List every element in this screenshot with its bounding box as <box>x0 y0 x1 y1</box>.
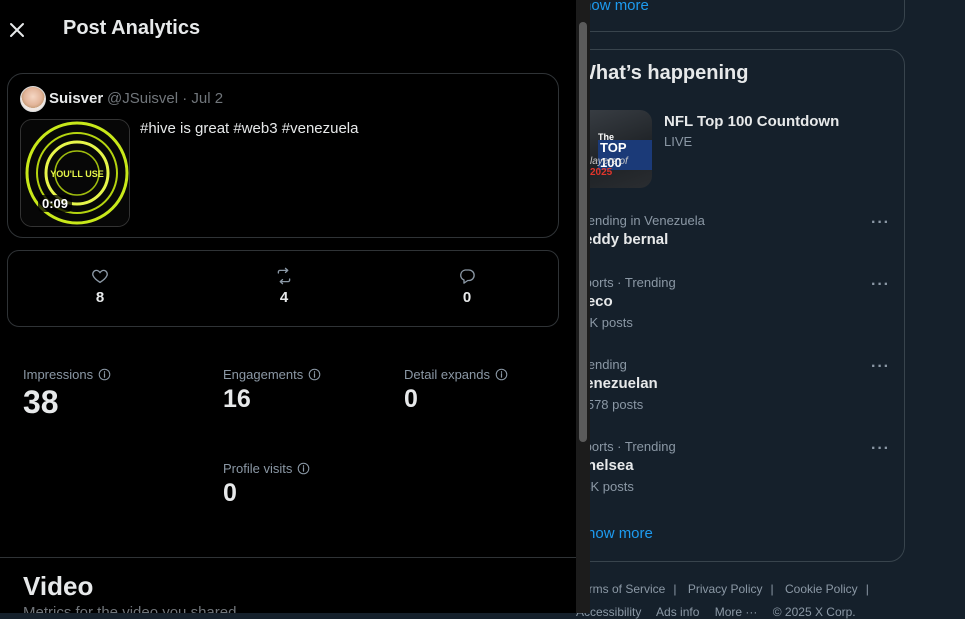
profile-visits-value: 0 <box>223 479 237 507</box>
whats-happening-title: What’s happening <box>577 62 749 84</box>
engagements-label: Engagements <box>223 367 304 382</box>
featured-event-status: LIVE <box>664 134 693 149</box>
nfl-thumb-text: layers of 2025 <box>590 156 628 178</box>
post-text: #hive is great #web3 #venezuela <box>140 120 359 137</box>
detail-expands-label: Detail expands <box>404 367 490 382</box>
reposts-stat: 4 <box>264 267 304 306</box>
video-section-subtitle: Metrics for the video you shared <box>23 604 237 613</box>
footer-ads-link[interactable]: Ads info <box>656 605 699 619</box>
footer-links-row2: Accessibility Ads info More ··· © 2025 X… <box>576 605 868 619</box>
trend-meta: Trending in Venezuela <box>576 213 705 228</box>
info-icon[interactable] <box>297 462 310 475</box>
close-button[interactable] <box>5 18 29 42</box>
replies-count: 0 <box>462 289 472 306</box>
footer-more-link[interactable]: More ··· <box>715 605 758 619</box>
author-handle-date: @JSuisvel · Jul 2 <box>107 90 224 107</box>
trend-meta: Sports · Trending <box>576 439 676 454</box>
trend-name: Deco <box>576 293 613 310</box>
info-icon[interactable] <box>98 368 111 381</box>
footer-cookie-link[interactable]: Cookie Policy <box>785 582 858 596</box>
video-section-title: Video <box>23 571 94 601</box>
thumb-caption: YOU'LL USE <box>50 169 103 179</box>
profile-visits-metric: Profile visits 0 <box>223 461 310 508</box>
footer-privacy-link[interactable]: Privacy Policy <box>688 582 763 596</box>
trend-meta: Trending <box>576 357 627 372</box>
heart-icon <box>92 269 108 284</box>
profile-visits-label: Profile visits <box>223 461 293 476</box>
trend-meta: Sports · Trending <box>576 275 676 290</box>
trend-item[interactable]: Sports · Trending Chelsea 74K posts <box>576 439 896 494</box>
trend-item[interactable]: Trending Venezuelan 5,578 posts <box>576 357 896 412</box>
more-options-icon[interactable]: ··· <box>871 276 891 294</box>
engagements-value: 16 <box>223 385 251 413</box>
trend-count: 11K posts <box>576 315 633 330</box>
scrollbar-thumb[interactable] <box>579 22 587 442</box>
info-icon[interactable] <box>308 368 321 381</box>
trend-name: Chelsea <box>576 457 634 474</box>
video-duration: 0:09 <box>38 195 73 212</box>
impressions-metric: Impressions 38 <box>23 367 111 421</box>
close-icon <box>10 23 24 37</box>
avatar[interactable] <box>20 86 46 112</box>
more-options-icon[interactable]: ··· <box>871 440 891 458</box>
section-divider <box>0 557 576 558</box>
info-icon[interactable] <box>495 368 508 381</box>
replies-stat: 0 <box>447 267 487 306</box>
trend-count: 5,578 posts <box>576 397 644 412</box>
more-options-icon[interactable]: ··· <box>871 214 891 232</box>
footer-copyright: © 2025 X Corp. <box>772 605 856 619</box>
post-preview-card[interactable]: Suisver @JSuisvel · Jul 2 YOU'LL USE 0:0… <box>7 73 559 238</box>
impressions-label: Impressions <box>23 367 94 382</box>
likes-count: 8 <box>95 289 105 306</box>
reposts-count: 4 <box>279 289 289 306</box>
author-name[interactable]: Suisver <box>49 90 103 107</box>
more-options-icon[interactable]: ··· <box>871 358 891 376</box>
repost-icon <box>277 267 291 285</box>
video-thumbnail[interactable]: YOU'LL USE 0:09 <box>20 119 130 227</box>
post-stats-card: 8 4 0 <box>7 250 559 327</box>
trend-item[interactable]: Sports · Trending Deco 11K posts <box>576 275 896 330</box>
trend-item[interactable]: Trending in Venezuela Teddy bernal <box>576 213 896 248</box>
footer-links: Terms of Service | Privacy Policy | Cookie… <box>576 582 869 596</box>
likes-stat: 8 <box>80 267 120 306</box>
trend-name: Teddy bernal <box>576 231 669 248</box>
engagements-metric: Engagements 16 <box>223 367 321 414</box>
impressions-value: 38 <box>23 384 59 420</box>
trend-name: Venezuelan <box>576 375 658 392</box>
featured-event-title[interactable]: NFL Top 100 Countdown <box>664 113 839 130</box>
detail-expands-metric: Detail expands 0 <box>404 367 508 414</box>
video-thumbnail-art: YOU'LL USE <box>21 120 129 226</box>
reply-icon <box>460 269 475 284</box>
modal-title: Post Analytics <box>63 17 201 39</box>
trend-count: 74K posts <box>576 479 634 494</box>
post-analytics-modal: Post Analytics Suisver @JSuisvel · Jul 2… <box>0 0 590 613</box>
detail-expands-value: 0 <box>404 385 418 413</box>
